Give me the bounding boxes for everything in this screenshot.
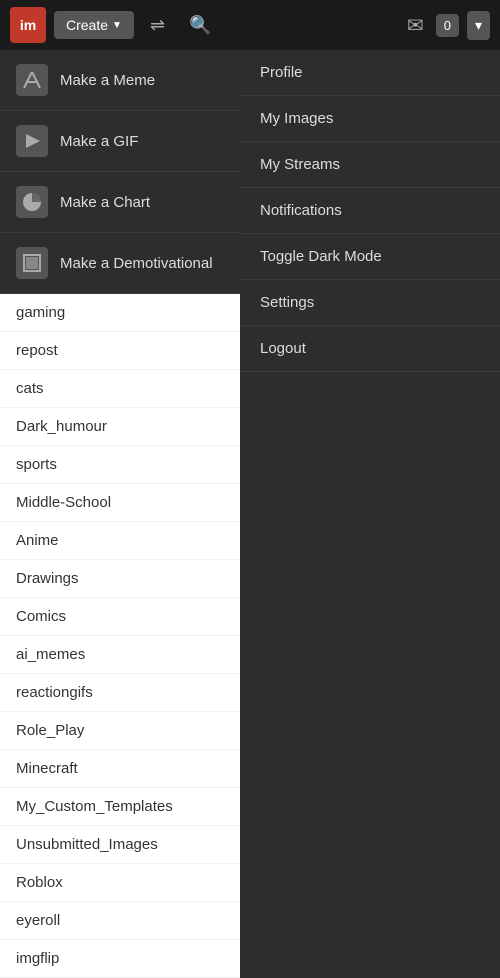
- menu-toggle-dark-mode[interactable]: Toggle Dark Mode: [240, 234, 500, 280]
- notification-count[interactable]: 0: [436, 14, 459, 37]
- create-dropdown: Make a Meme Make a GIF Make a Chart: [0, 50, 240, 294]
- tag-minecraft[interactable]: Minecraft: [0, 750, 240, 788]
- make-demotivational-item[interactable]: Make a Demotivational: [0, 233, 240, 294]
- tag-cats[interactable]: cats: [0, 370, 240, 408]
- tag-reactiongifs[interactable]: reactiongifs: [0, 674, 240, 712]
- tag-list: gaming repost cats Dark_humour sports Mi…: [0, 294, 240, 978]
- tag-imgflip[interactable]: imgflip: [0, 940, 240, 978]
- make-chart-item[interactable]: Make a Chart: [0, 172, 240, 233]
- make-gif-item[interactable]: Make a GIF: [0, 111, 240, 172]
- dropdown-container: Make a Meme Make a GIF Make a Chart: [0, 50, 500, 978]
- menu-my-streams[interactable]: My Streams: [240, 142, 500, 188]
- user-menu-button[interactable]: ▾: [467, 11, 490, 40]
- tag-eyeroll[interactable]: eyeroll: [0, 902, 240, 940]
- meme-icon: [16, 64, 48, 96]
- search-icon[interactable]: 🔍: [181, 11, 219, 40]
- create-button[interactable]: Create ▼: [54, 11, 134, 39]
- tag-repost[interactable]: repost: [0, 332, 240, 370]
- chart-icon: [16, 186, 48, 218]
- mail-icon[interactable]: ✉: [403, 9, 428, 42]
- tag-anime[interactable]: Anime: [0, 522, 240, 560]
- tag-middle-school[interactable]: Middle-School: [0, 484, 240, 522]
- tag-unsubmitted-images[interactable]: Unsubmitted_Images: [0, 826, 240, 864]
- tag-my-custom-templates[interactable]: My_Custom_Templates: [0, 788, 240, 826]
- gif-icon: [16, 125, 48, 157]
- menu-settings[interactable]: Settings: [240, 280, 500, 326]
- tag-roblox[interactable]: Roblox: [0, 864, 240, 902]
- menu-notifications[interactable]: Notifications: [240, 188, 500, 234]
- create-arrow: ▼: [112, 20, 122, 31]
- tag-role-play[interactable]: Role_Play: [0, 712, 240, 750]
- menu-profile[interactable]: Profile: [240, 50, 500, 96]
- demotivational-icon: [16, 247, 48, 279]
- menu-my-images[interactable]: My Images: [240, 96, 500, 142]
- tag-drawings[interactable]: Drawings: [0, 560, 240, 598]
- make-meme-item[interactable]: Make a Meme: [0, 50, 240, 111]
- tag-gaming[interactable]: gaming: [0, 294, 240, 332]
- logo[interactable]: im: [10, 7, 46, 43]
- tag-sports[interactable]: sports: [0, 446, 240, 484]
- header: im Create ▼ ⇌ 🔍 ✉ 0 ▾: [0, 0, 500, 50]
- shuffle-icon[interactable]: ⇌: [142, 11, 173, 40]
- menu-logout[interactable]: Logout: [240, 326, 500, 372]
- tag-comics[interactable]: Comics: [0, 598, 240, 636]
- tag-dark-humour[interactable]: Dark_humour: [0, 408, 240, 446]
- user-dropdown: Profile My Images My Streams Notificatio…: [240, 50, 500, 978]
- tag-ai-memes[interactable]: ai_memes: [0, 636, 240, 674]
